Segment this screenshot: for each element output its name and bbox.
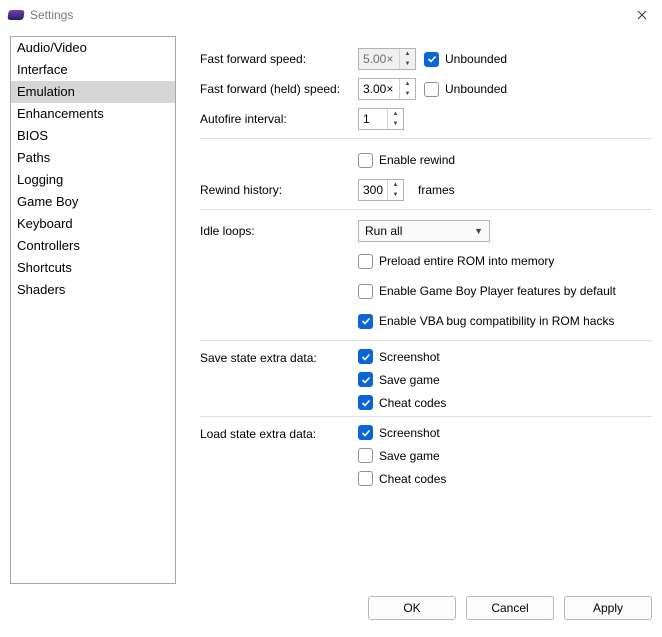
sidebar-item-enhancements[interactable]: Enhancements bbox=[11, 103, 175, 125]
load-state-screenshot-checkbox[interactable]: Screenshot bbox=[358, 425, 446, 440]
titlebar: Settings bbox=[0, 0, 662, 30]
preload-rom-label: Preload entire ROM into memory bbox=[379, 254, 554, 268]
save-state-cheats-checkbox[interactable]: Cheat codes bbox=[358, 395, 446, 410]
idle-loops-combo[interactable]: Run all ▼ bbox=[358, 220, 490, 242]
separator bbox=[200, 416, 652, 417]
vba-bug-checkbox[interactable]: Enable VBA bug compatibility in ROM hack… bbox=[358, 314, 614, 329]
close-button[interactable] bbox=[622, 0, 662, 30]
autofire-input[interactable] bbox=[359, 112, 387, 126]
vba-bug-label: Enable VBA bug compatibility in ROM hack… bbox=[379, 314, 614, 328]
separator bbox=[200, 209, 652, 210]
gbp-features-checkbox[interactable]: Enable Game Boy Player features by defau… bbox=[358, 284, 616, 299]
save-state-label: Save state extra data: bbox=[200, 349, 358, 365]
sidebar-item-keyboard[interactable]: Keyboard bbox=[11, 213, 175, 235]
apply-button[interactable]: Apply bbox=[564, 596, 652, 620]
save-state-savegame-checkbox[interactable]: Save game bbox=[358, 372, 446, 387]
ff-speed-input bbox=[359, 52, 399, 66]
rewind-history-unit: frames bbox=[418, 183, 455, 197]
sidebar-item-audio-video[interactable]: Audio/Video bbox=[11, 37, 175, 59]
separator bbox=[200, 138, 652, 139]
spinner-arrows: ▲▼ bbox=[399, 49, 415, 69]
window-title: Settings bbox=[30, 8, 622, 22]
ff-held-unbounded-label: Unbounded bbox=[445, 82, 507, 96]
rewind-history-spinner[interactable]: ▲▼ bbox=[358, 179, 404, 201]
settings-panel: Fast forward speed: ▲▼ Unbounded Fast fo… bbox=[176, 36, 652, 590]
rewind-history-input[interactable] bbox=[359, 183, 387, 197]
sidebar-item-paths[interactable]: Paths bbox=[11, 147, 175, 169]
sidebar-item-logging[interactable]: Logging bbox=[11, 169, 175, 191]
rewind-history-label: Rewind history: bbox=[200, 183, 358, 197]
save-state-screenshot-checkbox[interactable]: Screenshot bbox=[358, 349, 446, 364]
separator bbox=[200, 340, 652, 341]
app-icon bbox=[7, 10, 24, 20]
idle-loops-value: Run all bbox=[365, 224, 402, 238]
cancel-button[interactable]: Cancel bbox=[466, 596, 554, 620]
autofire-spinner[interactable]: ▲▼ bbox=[358, 108, 404, 130]
ff-held-input[interactable] bbox=[359, 82, 399, 96]
ff-held-unbounded-checkbox[interactable]: Unbounded bbox=[424, 82, 507, 97]
preload-rom-checkbox[interactable]: Preload entire ROM into memory bbox=[358, 254, 554, 269]
load-state-label: Load state extra data: bbox=[200, 425, 358, 441]
autofire-label: Autofire interval: bbox=[200, 112, 358, 126]
dialog-buttons: OK Cancel Apply bbox=[0, 590, 662, 630]
spinner-arrows[interactable]: ▲▼ bbox=[387, 180, 403, 200]
enable-rewind-checkbox[interactable]: Enable rewind bbox=[358, 153, 455, 168]
load-state-cheats-checkbox[interactable]: Cheat codes bbox=[358, 471, 446, 486]
idle-loops-label: Idle loops: bbox=[200, 224, 358, 238]
gbp-features-label: Enable Game Boy Player features by defau… bbox=[379, 284, 616, 298]
load-state-savegame-checkbox[interactable]: Save game bbox=[358, 448, 446, 463]
close-icon bbox=[637, 10, 647, 20]
sidebar-item-emulation[interactable]: Emulation bbox=[11, 81, 175, 103]
ok-button[interactable]: OK bbox=[368, 596, 456, 620]
ff-speed-spinner: ▲▼ bbox=[358, 48, 416, 70]
spinner-arrows[interactable]: ▲▼ bbox=[399, 79, 415, 99]
chevron-down-icon: ▼ bbox=[474, 226, 483, 236]
sidebar: Audio/VideoInterfaceEmulationEnhancement… bbox=[10, 36, 176, 584]
sidebar-item-controllers[interactable]: Controllers bbox=[11, 235, 175, 257]
sidebar-item-bios[interactable]: BIOS bbox=[11, 125, 175, 147]
sidebar-item-shaders[interactable]: Shaders bbox=[11, 279, 175, 301]
sidebar-item-shortcuts[interactable]: Shortcuts bbox=[11, 257, 175, 279]
enable-rewind-label: Enable rewind bbox=[379, 153, 455, 167]
sidebar-item-game-boy[interactable]: Game Boy bbox=[11, 191, 175, 213]
ff-held-spinner[interactable]: ▲▼ bbox=[358, 78, 416, 100]
ff-speed-unbounded-label: Unbounded bbox=[445, 52, 507, 66]
ff-speed-label: Fast forward speed: bbox=[200, 52, 358, 66]
ff-speed-unbounded-checkbox[interactable]: Unbounded bbox=[424, 52, 507, 67]
spinner-arrows[interactable]: ▲▼ bbox=[387, 109, 403, 129]
ff-held-label: Fast forward (held) speed: bbox=[200, 82, 358, 96]
sidebar-item-interface[interactable]: Interface bbox=[11, 59, 175, 81]
